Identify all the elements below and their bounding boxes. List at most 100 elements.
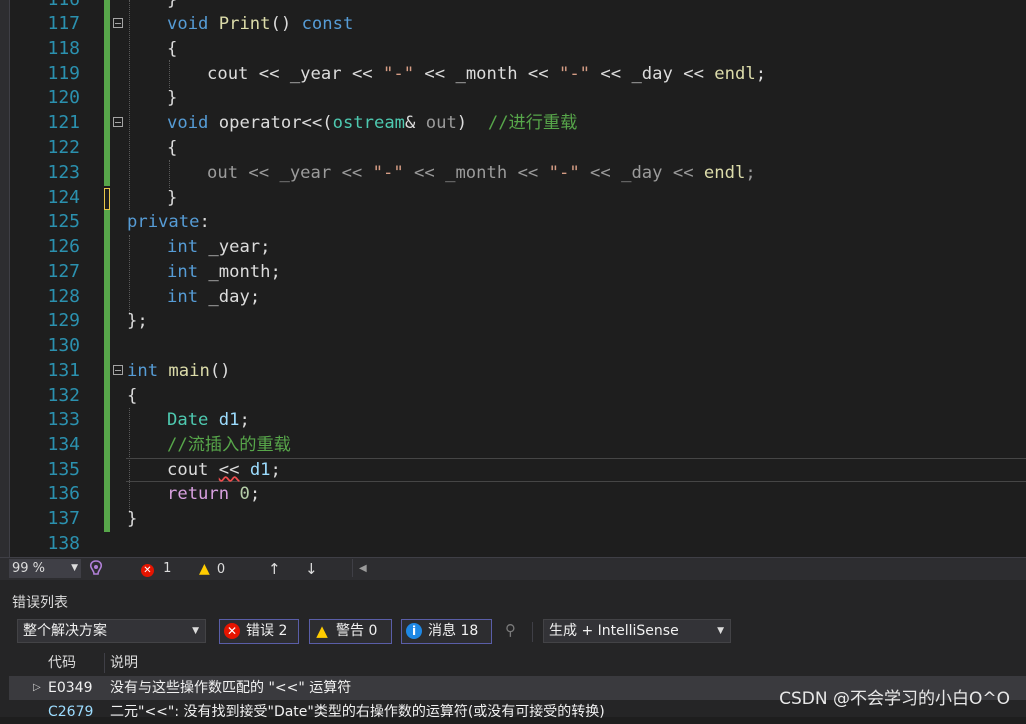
code-line[interactable]: 123 out << _year << "-" << _month << "-"…	[0, 161, 1026, 186]
arrow-up-icon[interactable]: ↑	[268, 559, 281, 579]
error-code: C2679	[48, 704, 94, 720]
warning-icon: ▲	[316, 622, 328, 640]
code-text: };	[127, 311, 148, 331]
code-line[interactable]: 129 };	[0, 309, 1026, 334]
code-line[interactable]: 117 void Print() const	[0, 12, 1026, 37]
line-number: 132	[47, 385, 80, 406]
error-count[interactable]: ✕ 1	[141, 559, 171, 579]
change-bar	[104, 86, 110, 111]
code-line[interactable]: 132 {	[0, 384, 1026, 409]
change-bar	[104, 62, 110, 87]
unsaved-change-marker	[104, 188, 110, 210]
change-bar	[104, 210, 110, 235]
warning-count[interactable]: ▲ 0	[199, 559, 225, 579]
zoom-dropdown[interactable]: 99 % ▼	[9, 559, 81, 578]
chevron-down-icon: ▼	[71, 563, 78, 573]
info-icon: i	[406, 623, 422, 639]
change-bar	[104, 37, 110, 62]
code-line[interactable]: 133 Date d1;	[0, 408, 1026, 433]
code-line[interactable]: 134 //流插入的重载	[0, 433, 1026, 458]
error-code: E0349	[48, 680, 93, 696]
code-text: }	[127, 509, 138, 529]
health-icon[interactable]	[88, 559, 104, 579]
code-line[interactable]: 121 void operator<<(ostream& out) //进行重载	[0, 111, 1026, 136]
code-text: return 0;	[167, 484, 261, 504]
change-bar	[104, 161, 110, 186]
line-number: 116	[28, 0, 80, 13]
change-bar	[104, 359, 110, 384]
collapse-icon[interactable]	[113, 117, 123, 127]
change-bar	[104, 433, 110, 458]
column-code[interactable]: 代码	[48, 650, 76, 676]
line-number: 126	[47, 236, 80, 257]
line-number: 119	[47, 63, 80, 84]
code-editor[interactable]: 116 } 117 void Print() const 118 { 119 c…	[0, 0, 1026, 557]
change-bar	[104, 235, 110, 260]
code-line[interactable]: 130	[0, 334, 1026, 359]
change-bar	[104, 408, 110, 433]
code-line[interactable]: 119 cout << _year << "-" << _month << "-…	[0, 62, 1026, 87]
code-text: cout << d1;	[167, 460, 281, 480]
line-number: 129	[47, 310, 80, 331]
change-bar	[104, 458, 110, 483]
filter-icon[interactable]: ⚲	[505, 621, 516, 639]
line-number: 133	[47, 409, 80, 430]
line-number: 123	[47, 162, 80, 183]
code-line[interactable]: 127 int _month;	[0, 260, 1026, 285]
code-line[interactable]: 131 int main()	[0, 359, 1026, 384]
error-squiggle: <<	[218, 460, 240, 480]
error-description: 没有与这些操作数匹配的 "<<" 运算符	[110, 680, 352, 696]
line-number: 130	[47, 335, 80, 356]
code-line[interactable]: 138	[0, 532, 1026, 557]
code-text: Date d1;	[167, 410, 250, 430]
error-icon: ✕	[141, 564, 154, 577]
messages-filter-button[interactable]: i 消息 18	[401, 619, 492, 644]
column-description[interactable]: 说明	[110, 650, 138, 676]
code-line[interactable]: 128 int _day;	[0, 285, 1026, 310]
error-list-panel: 错误列表 整个解决方案 ▼ ✕ 错误 2 ▲ 警告 0 i 消息 18 ⚲ 生成 …	[0, 580, 1026, 720]
line-number: 118	[47, 38, 80, 59]
change-bar	[104, 309, 110, 334]
code-line[interactable]: 120 }	[0, 86, 1026, 111]
chevron-down-icon: ▼	[717, 626, 724, 636]
code-text: {	[167, 138, 178, 158]
line-number: 122	[47, 137, 80, 158]
divider	[352, 559, 353, 577]
code-line[interactable]: 126 int _year;	[0, 235, 1026, 260]
change-bar	[104, 12, 110, 37]
expand-icon[interactable]: ▷	[33, 676, 41, 700]
error-list-header: 代码 说明	[0, 650, 1026, 676]
code-text: private:	[127, 212, 210, 232]
watermark: CSDN @不会学习的小白O^O	[779, 689, 1010, 709]
code-line[interactable]: 118 {	[0, 37, 1026, 62]
arrow-down-icon[interactable]: ↓	[305, 559, 318, 579]
line-number: 128	[47, 286, 80, 307]
change-bar	[104, 111, 110, 136]
line-number: 134	[47, 434, 80, 455]
code-text: void Print() const	[167, 14, 354, 34]
collapse-icon[interactable]	[113, 365, 123, 375]
scroll-left-icon[interactable]: ◀	[359, 559, 367, 579]
line-number: 135	[47, 459, 80, 480]
code-line[interactable]: 135 cout << d1;	[0, 458, 1026, 483]
code-line[interactable]: 125 private:	[0, 210, 1026, 235]
change-bar	[104, 260, 110, 285]
code-text: }	[167, 88, 178, 108]
line-number: 117	[47, 13, 80, 34]
code-line[interactable]: 124 }	[0, 186, 1026, 211]
line-number: 138	[47, 533, 80, 554]
error-description: 二元"<<": 没有找到接受"Date"类型的右操作数的运算符(或没有可接受的转…	[110, 704, 605, 720]
code-line[interactable]: 136 return 0;	[0, 482, 1026, 507]
change-bar	[104, 507, 110, 532]
code-line[interactable]: 137 }	[0, 507, 1026, 532]
scope-dropdown[interactable]: 整个解决方案 ▼	[17, 619, 206, 643]
errors-filter-button[interactable]: ✕ 错误 2	[219, 619, 299, 644]
code-line[interactable]: 116 }	[0, 0, 1026, 13]
code-text: int _day;	[167, 287, 261, 307]
line-number: 120	[47, 87, 80, 108]
warnings-filter-button[interactable]: ▲ 警告 0	[309, 619, 392, 644]
panel-title: 错误列表	[12, 595, 68, 611]
source-dropdown[interactable]: 生成 + IntelliSense ▼	[543, 619, 731, 643]
collapse-icon[interactable]	[113, 18, 123, 28]
code-line[interactable]: 122 {	[0, 136, 1026, 161]
